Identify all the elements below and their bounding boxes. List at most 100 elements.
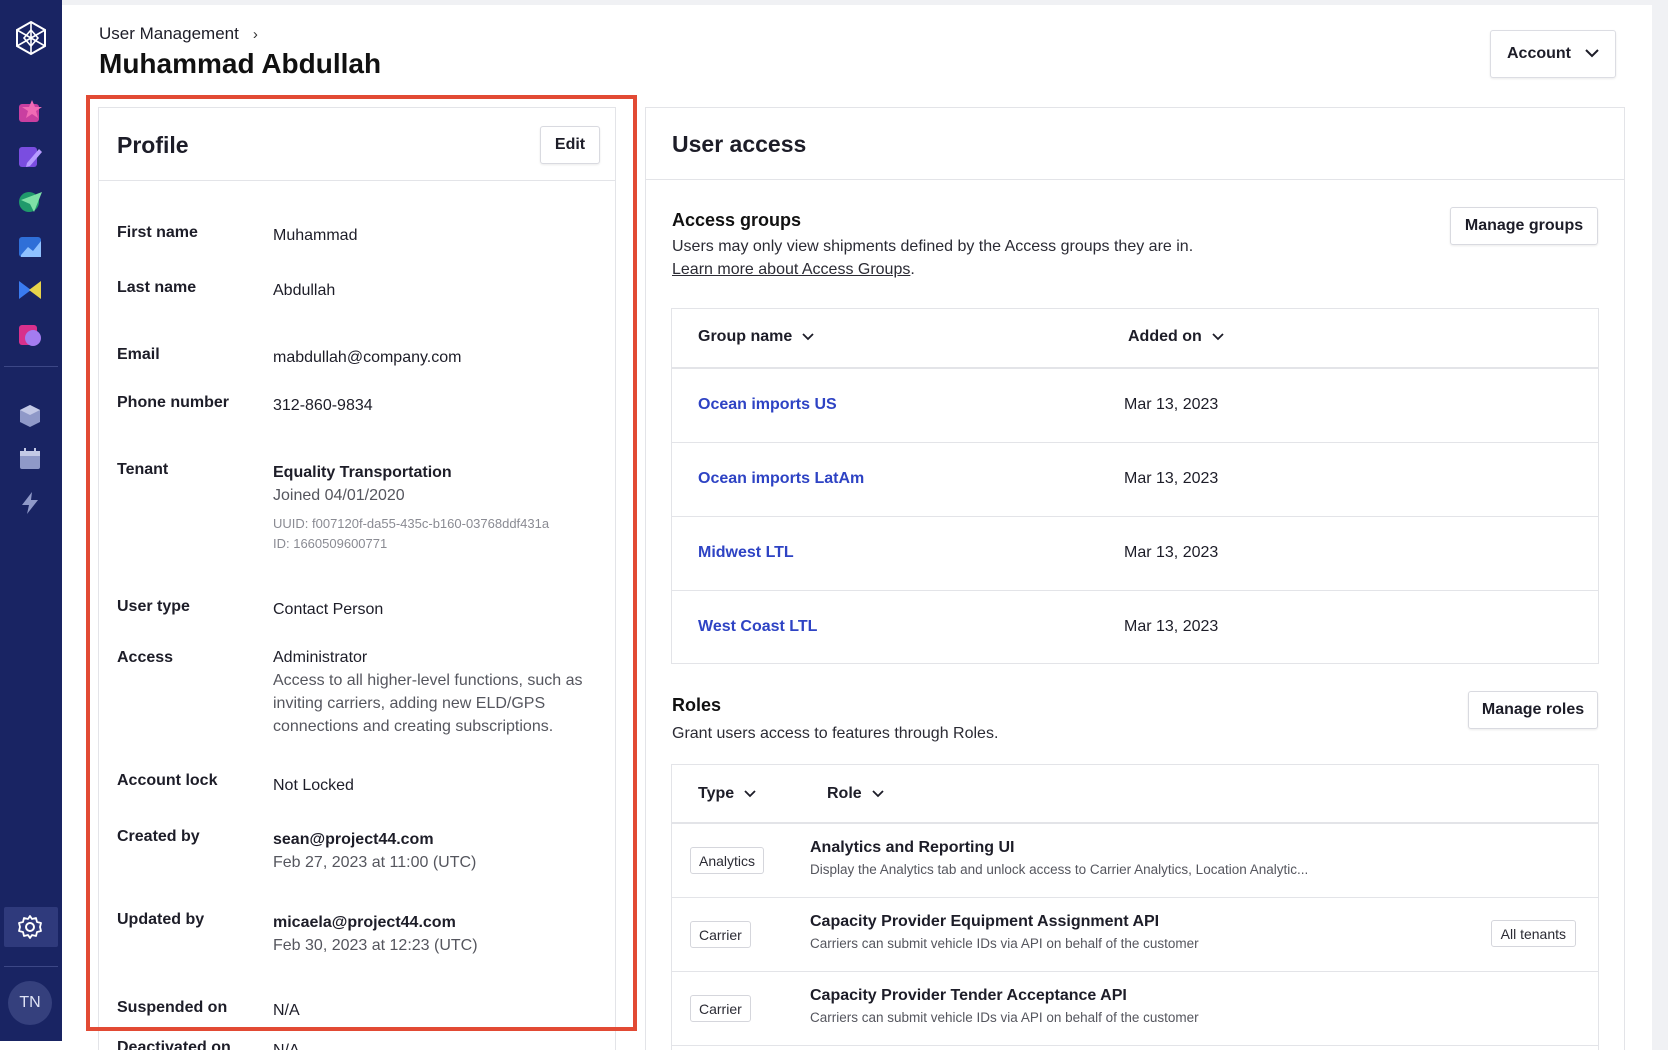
- tenant-name: Equality Transportation: [273, 464, 452, 481]
- pen-app-icon[interactable]: [17, 143, 43, 169]
- role-description: Carriers can submit vehicle IDs via API …: [810, 1010, 1199, 1025]
- table-header: Group name Added on: [672, 309, 1598, 369]
- field-value: sean@project44.com Feb 27, 2023 at 11:00…: [273, 828, 593, 874]
- group-date: Mar 13, 2023: [1124, 618, 1219, 635]
- sort-role[interactable]: Role: [827, 785, 884, 803]
- user-access-title: User access: [672, 131, 807, 157]
- settings-icon[interactable]: [17, 914, 43, 940]
- top-strip: [62, 0, 1668, 5]
- page-title: Muhammad Abdullah: [99, 48, 382, 79]
- scope-tag: All tenants: [1490, 920, 1576, 947]
- field-label: Phone number: [117, 394, 230, 411]
- roles-table: Type Role Analytics Analytics and Report…: [671, 764, 1599, 1050]
- sort-group-name[interactable]: Group name: [698, 328, 814, 346]
- role-name: Capacity Provider Tender Acceptance API: [810, 987, 1127, 1004]
- calendar-icon[interactable]: [17, 446, 43, 472]
- column-label: Added on: [1128, 328, 1202, 345]
- table-row: West Coast LTL Mar 13, 2023: [672, 591, 1598, 664]
- learn-more-link[interactable]: Learn more about Access Groups: [672, 261, 910, 278]
- field-label: Deactivated on: [117, 1039, 231, 1050]
- access-groups-description: Users may only view shipments defined by…: [672, 235, 1193, 281]
- side-nav: TN: [0, 0, 62, 1041]
- chevron-down-icon: [1212, 328, 1224, 346]
- chevron-down-icon: [1585, 45, 1599, 63]
- field-value: Not Locked: [273, 777, 354, 794]
- account-dropdown-button[interactable]: Account: [1490, 30, 1616, 78]
- pie-app-icon[interactable]: [17, 322, 43, 348]
- table-row: Analytics Analytics and Reporting UI Dis…: [672, 824, 1598, 898]
- bottom-strip: [0, 1041, 98, 1050]
- logo-icon[interactable]: [13, 20, 49, 56]
- chevron-down-icon: [744, 785, 756, 803]
- field-label: First name: [117, 224, 198, 241]
- lightning-icon[interactable]: [17, 490, 43, 516]
- group-link[interactable]: Midwest LTL: [698, 544, 794, 562]
- link-suffix: .: [910, 261, 915, 278]
- role-type-tag: Carrier: [690, 921, 751, 948]
- column-label: Role: [827, 785, 862, 802]
- edit-button[interactable]: Edit: [540, 126, 600, 164]
- field-label: Updated by: [117, 911, 205, 928]
- send-app-icon[interactable]: [17, 188, 43, 214]
- group-link[interactable]: West Coast LTL: [698, 618, 817, 636]
- role-type-tag: Carrier: [690, 995, 751, 1022]
- access-level: Administrator: [273, 649, 368, 666]
- updated-by-email: micaela@project44.com: [273, 914, 456, 931]
- sort-added-on[interactable]: Added on: [1128, 328, 1224, 346]
- field-label: Access: [117, 649, 174, 666]
- table-header: Type Role: [672, 765, 1598, 824]
- role-description: Carriers can submit vehicle IDs via API …: [810, 936, 1199, 951]
- group-date: Mar 13, 2023: [1124, 470, 1219, 487]
- role-type-tag: Analytics: [690, 847, 765, 874]
- field-value: Contact Person: [273, 601, 384, 618]
- box-icon[interactable]: [17, 402, 43, 428]
- field-value: Equality Transportation Joined 04/01/202…: [273, 461, 593, 554]
- tenant-id: ID: 1660509600771: [273, 536, 388, 551]
- table-row: Carrier Capacity Provider Equipment Assi…: [672, 898, 1598, 972]
- field-value: Administrator Access to all higher-level…: [273, 646, 593, 738]
- profile-card: Profile Edit First name Muhammad Last na…: [98, 107, 616, 1050]
- sort-type[interactable]: Type: [698, 785, 756, 803]
- access-groups-table: Group name Added on Ocean imports US Mar…: [671, 308, 1599, 664]
- created-by-email: sean@project44.com: [273, 831, 434, 848]
- user-access-header: User access: [646, 108, 1624, 180]
- field-value: mabdullah@company.com: [273, 349, 462, 366]
- access-groups-text: Users may only view shipments defined by…: [672, 238, 1194, 255]
- chart-app-icon[interactable]: [17, 233, 43, 259]
- updated-by-time: Feb 30, 2023 at 12:23 (UTC): [273, 937, 478, 954]
- tenant-uuid: UUID: f007120f-da55-435c-b160-03768ddf43…: [273, 516, 550, 531]
- chevron-down-icon: [872, 785, 884, 803]
- flag-app-icon[interactable]: [17, 277, 43, 303]
- breadcrumb: User Management ›: [99, 24, 258, 44]
- nav-divider: [4, 366, 58, 367]
- table-row: Midwest LTL Mar 13, 2023: [672, 517, 1598, 591]
- role-name: Analytics and Reporting UI: [810, 839, 1015, 856]
- manage-groups-button[interactable]: Manage groups: [1450, 207, 1598, 245]
- field-label: Suspended on: [117, 999, 228, 1016]
- avatar[interactable]: TN: [8, 981, 52, 1025]
- table-row: Ocean imports US Mar 13, 2023: [672, 369, 1598, 443]
- roles-description: Grant users access to features through R…: [672, 725, 999, 742]
- field-label: Tenant: [117, 461, 169, 478]
- field-value: 312-860-9834: [273, 397, 373, 414]
- breadcrumb-link[interactable]: User Management: [99, 24, 239, 44]
- field-value: micaela@project44.com Feb 30, 2023 at 12…: [273, 911, 593, 957]
- table-row: Ocean imports LatAm Mar 13, 2023: [672, 443, 1598, 517]
- manage-roles-button[interactable]: Manage roles: [1468, 691, 1598, 729]
- profile-card-header: Profile Edit: [99, 108, 615, 181]
- table-row: Carrier Capacity Provider Tender Accepta…: [672, 972, 1598, 1046]
- group-date: Mar 13, 2023: [1124, 544, 1219, 561]
- right-strip: [1652, 0, 1668, 1050]
- field-label: User type: [117, 598, 190, 615]
- group-link[interactable]: Ocean imports US: [698, 396, 837, 414]
- field-label: Email: [117, 346, 160, 363]
- field-value: Muhammad: [273, 227, 358, 244]
- group-link[interactable]: Ocean imports LatAm: [698, 470, 864, 488]
- star-app-icon[interactable]: [17, 98, 43, 124]
- field-value: N/A: [273, 1039, 593, 1050]
- tenant-joined: Joined 04/01/2020: [273, 487, 405, 504]
- chevron-down-icon: [802, 328, 814, 346]
- nav-divider-bottom: [4, 966, 58, 967]
- field-value: Abdullah: [273, 282, 336, 299]
- role-name: Capacity Provider Equipment Assignment A…: [810, 913, 1160, 930]
